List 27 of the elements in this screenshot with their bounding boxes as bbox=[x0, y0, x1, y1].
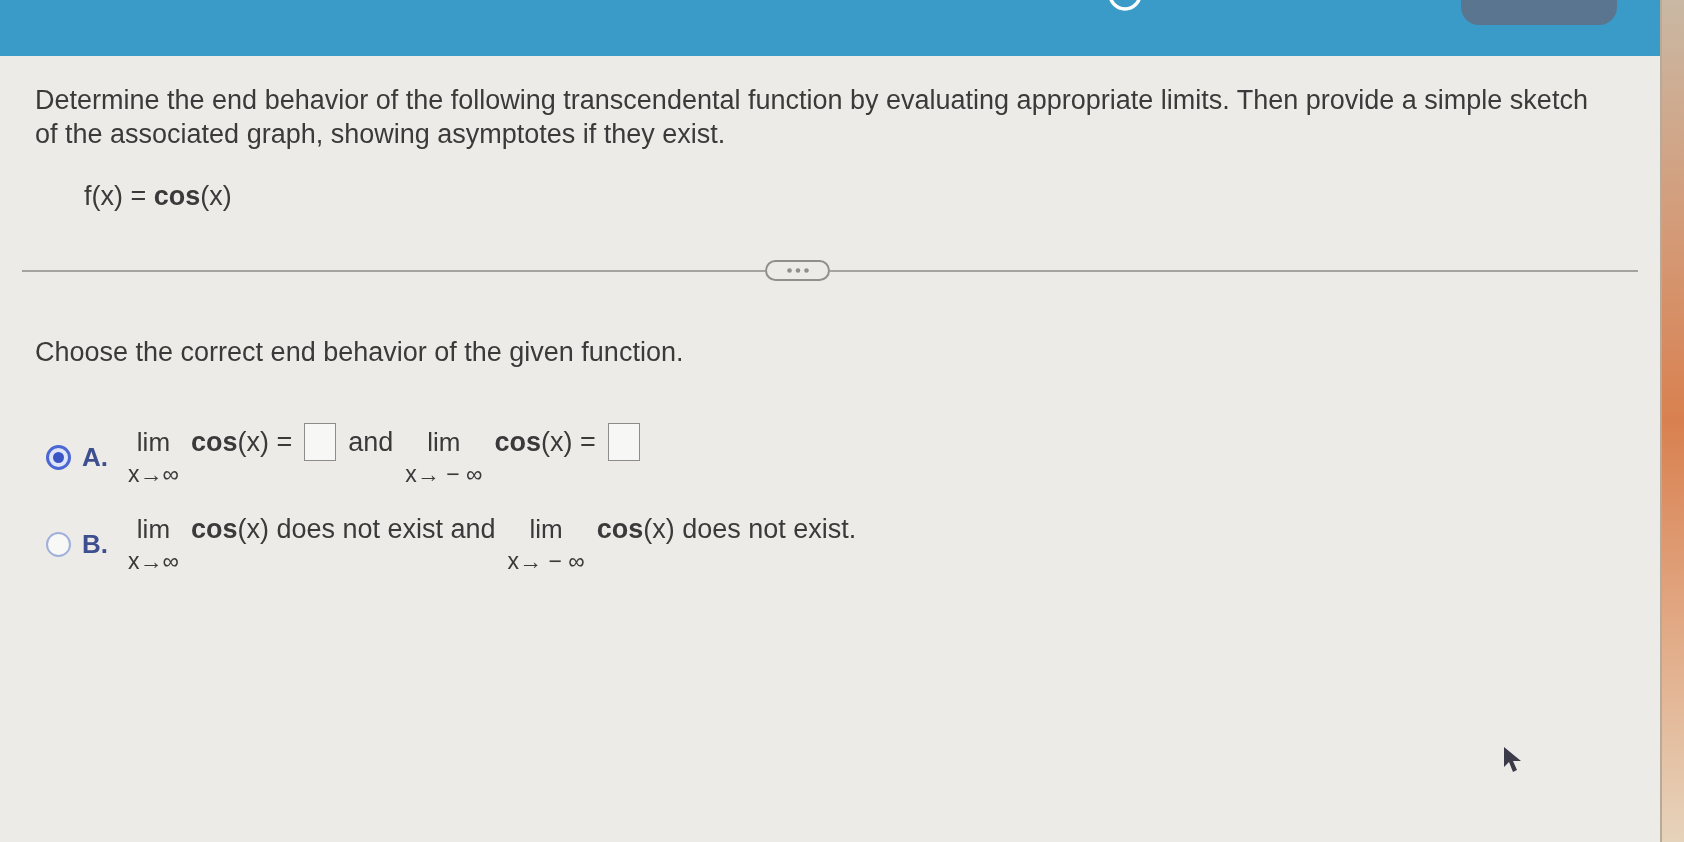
header-button[interactable] bbox=[1461, 0, 1617, 25]
function-formula: f(x) = cos(x) bbox=[84, 180, 232, 213]
math-text: cos(x) does not exist and bbox=[190, 513, 496, 546]
math-text: cos(x) does not exist. bbox=[596, 513, 857, 546]
limit-subscript: x→ − ∞ bbox=[405, 460, 483, 489]
option-letter: A. bbox=[82, 441, 109, 474]
instruction-text: Choose the correct end behavior of the given function. bbox=[35, 336, 684, 369]
limit-operator: lim bbox=[427, 426, 461, 459]
limit-subscript: x→∞ bbox=[128, 460, 179, 489]
math-text: cos(x) = bbox=[494, 426, 596, 459]
dots-icon bbox=[786, 268, 809, 273]
math-text: cos(x) = bbox=[190, 426, 293, 459]
limit-operator: lim bbox=[136, 426, 171, 459]
more-button[interactable] bbox=[765, 260, 830, 281]
answer-box[interactable] bbox=[304, 423, 337, 461]
ring-icon bbox=[1107, 0, 1143, 12]
question-text: Determine the end behavior of the following transcendental function by evaluating appropriate limits. Then provide a simple sketch of the associated graph, showing asymptotes if they exist. bbox=[35, 84, 1589, 151]
option-letter: B. bbox=[82, 528, 109, 561]
radio-button[interactable] bbox=[46, 444, 71, 470]
answer-box[interactable] bbox=[607, 423, 640, 461]
limit-operator: lim bbox=[529, 513, 563, 546]
mouse-cursor-icon bbox=[1503, 746, 1523, 774]
radio-button[interactable] bbox=[46, 531, 71, 557]
limit-operator: lim bbox=[136, 513, 171, 546]
math-text: and bbox=[348, 426, 394, 459]
limit-subscript: x→ − ∞ bbox=[507, 547, 585, 576]
limit-subscript: x→∞ bbox=[128, 547, 179, 576]
